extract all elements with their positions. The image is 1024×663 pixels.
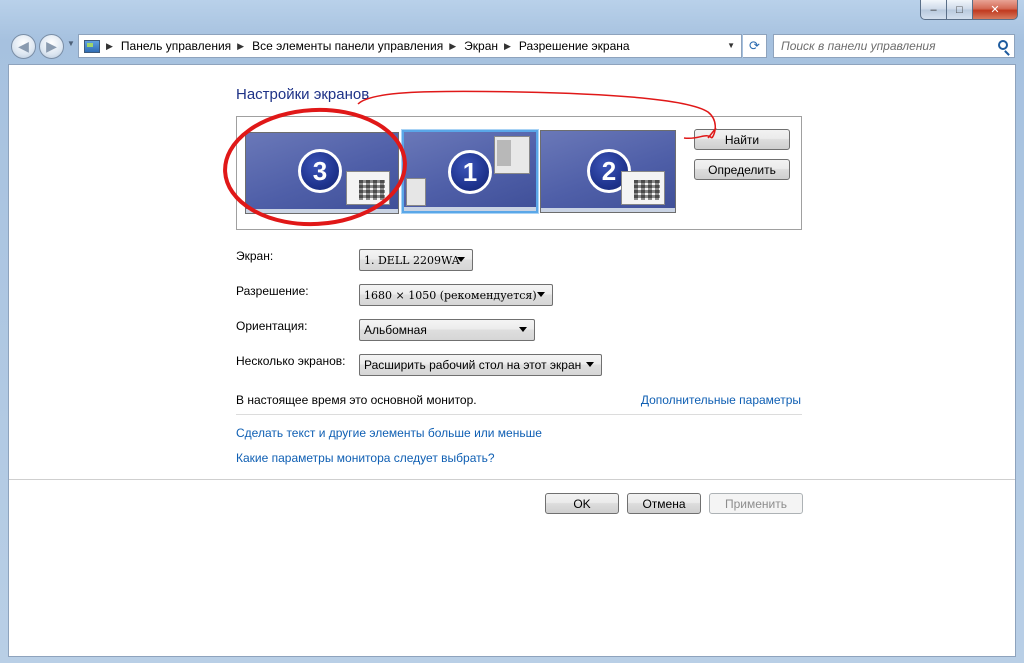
- back-button[interactable]: ◀: [11, 34, 36, 59]
- breadcrumb: ▶ Панель управления ▶ Все элементы панел…: [106, 39, 630, 53]
- content-pane: Настройки экранов 3 1 2 Найти Определить…: [8, 64, 1016, 657]
- minimize-button[interactable]: –: [920, 0, 947, 20]
- primary-monitor-status: В настоящее время это основной монитор.: [236, 393, 477, 407]
- find-button[interactable]: Найти: [694, 129, 790, 150]
- refresh-button[interactable]: ⟳: [743, 34, 767, 58]
- cancel-button[interactable]: Отмена: [627, 493, 701, 514]
- chevron-down-icon: [457, 257, 465, 262]
- taskbar-strip: [404, 207, 536, 211]
- breadcrumb-separator-icon[interactable]: ▶: [449, 41, 456, 52]
- monitor-number-badge: 3: [298, 149, 342, 193]
- text-size-link[interactable]: Сделать текст и другие элементы больше и…: [236, 426, 542, 440]
- taskbar-strip: [541, 208, 675, 212]
- search-box[interactable]: [773, 34, 1015, 58]
- forward-button[interactable]: ▶: [39, 34, 64, 59]
- breadcrumb-item-display[interactable]: Экран: [464, 39, 498, 53]
- identify-button[interactable]: Определить: [694, 159, 790, 180]
- orientation-select-value: Альбомная: [364, 323, 427, 337]
- apply-button[interactable]: Применить: [709, 493, 803, 514]
- multiple-displays-label: Несколько экранов:: [236, 354, 346, 368]
- control-panel-window: – □ ✕ ◀ ▶ ▼ ▶ Панель управления ▶ Все эл…: [0, 0, 1024, 663]
- multiple-displays-select[interactable]: Расширить рабочий стол на этот экран: [359, 354, 602, 376]
- ok-button[interactable]: OK: [545, 493, 619, 514]
- monitor-number-badge: 1: [448, 150, 492, 194]
- window-thumbnail-icon: [494, 136, 530, 174]
- monitor-1[interactable]: 1: [401, 129, 539, 214]
- monitor-settings-help-link[interactable]: Какие параметры монитора следует выбрать…: [236, 451, 495, 465]
- resolution-select[interactable]: 1680 × 1050 (рекомендуется): [359, 284, 553, 306]
- breadcrumb-separator-icon[interactable]: ▶: [504, 41, 511, 52]
- close-button[interactable]: ✕: [973, 0, 1018, 20]
- breadcrumb-item-screen-resolution[interactable]: Разрешение экрана: [519, 39, 630, 53]
- chevron-down-icon: [537, 292, 545, 297]
- control-panel-icon: [84, 39, 100, 53]
- address-bar[interactable]: ▶ Панель управления ▶ Все элементы панел…: [78, 34, 742, 58]
- divider: [236, 414, 802, 415]
- advanced-settings-link[interactable]: Дополнительные параметры: [641, 393, 801, 407]
- multiple-displays-select-value: Расширить рабочий стол на этот экран: [364, 358, 582, 372]
- orientation-label: Ориентация:: [236, 319, 308, 333]
- orientation-select[interactable]: Альбомная: [359, 319, 535, 341]
- maximize-button[interactable]: □: [947, 0, 973, 20]
- breadcrumb-separator-icon[interactable]: ▶: [106, 41, 113, 52]
- resolution-label: Разрешение:: [236, 284, 309, 298]
- window-thumbnail-icon: [406, 178, 426, 206]
- monitor-3[interactable]: 3: [245, 132, 399, 214]
- chevron-down-icon: [519, 327, 527, 332]
- window-thumbnail-icon: [346, 171, 390, 205]
- breadcrumb-separator-icon[interactable]: ▶: [237, 41, 244, 52]
- screen-select[interactable]: 1. DELL 2209WA: [359, 249, 473, 271]
- page-title: Настройки экранов: [236, 86, 370, 103]
- chevron-down-icon: [586, 362, 594, 367]
- breadcrumb-item-all-items[interactable]: Все элементы панели управления: [252, 39, 443, 53]
- screen-label: Экран:: [236, 249, 274, 263]
- search-icon[interactable]: [998, 40, 1008, 50]
- divider: [9, 479, 1015, 480]
- taskbar-strip: [246, 209, 398, 213]
- monitor-2[interactable]: 2: [540, 130, 676, 213]
- back-arrow-icon: ◀: [18, 38, 29, 54]
- navigation-bar: ◀ ▶ ▼ ▶ Панель управления ▶ Все элементы…: [0, 30, 1024, 62]
- breadcrumb-item-control-panel[interactable]: Панель управления: [121, 39, 231, 53]
- window-thumbnail-icon: [621, 171, 665, 205]
- refresh-icon: ⟳: [749, 38, 760, 53]
- screen-select-value: 1. DELL 2209WA: [364, 253, 460, 267]
- forward-arrow-icon: ▶: [46, 38, 57, 54]
- caption-buttons: – □ ✕: [920, 0, 1018, 20]
- resolution-select-value: 1680 × 1050 (рекомендуется): [364, 288, 537, 302]
- address-dropdown-chevron-icon[interactable]: ▼: [727, 41, 735, 50]
- recent-pages-chevron-icon[interactable]: ▼: [67, 39, 75, 48]
- search-input[interactable]: [781, 39, 991, 53]
